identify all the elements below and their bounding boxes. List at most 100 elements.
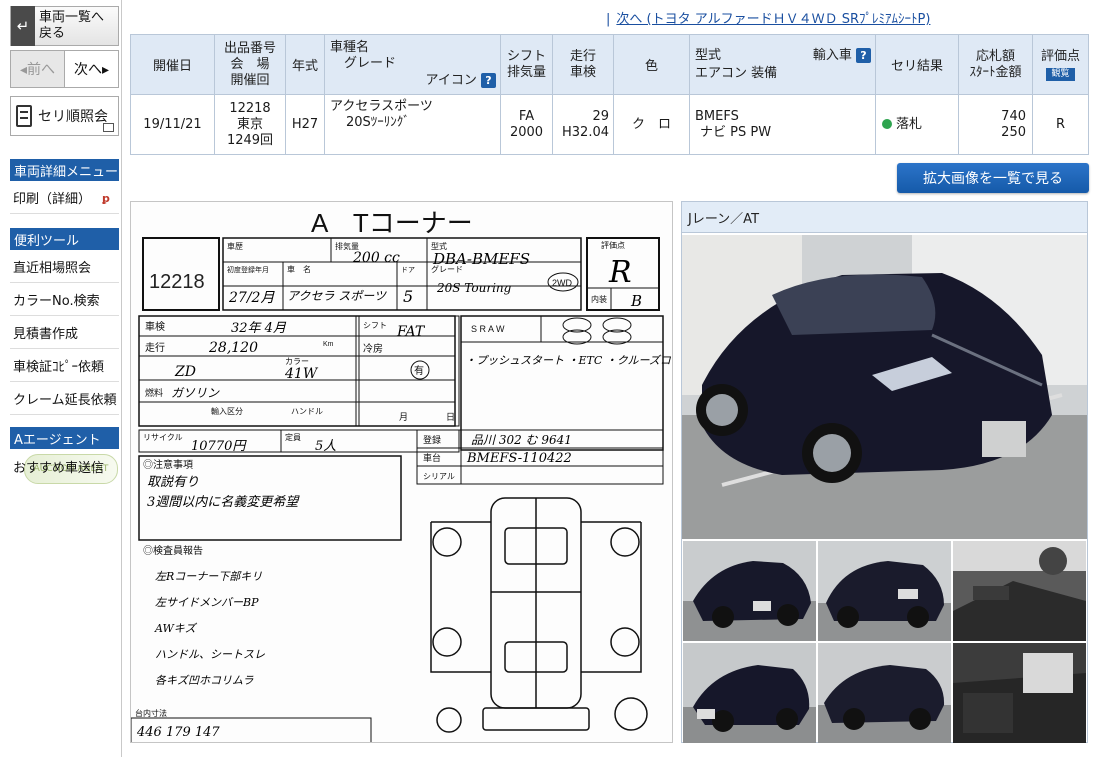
header-lot: 出品番号 会 場 開催回 [214, 34, 286, 95]
svg-text:評価点: 評価点 [601, 240, 625, 250]
result-text: 落札 [896, 116, 923, 132]
back-to-list-button[interactable]: ↵ 車両一覧へ 戻る [10, 6, 119, 46]
svg-text:左Rコーナー下部キリ左サイドメンバーBPAWキズハンドル、シ: 左Rコーナー下部キリ左サイドメンバーBP AWキズハンドル、シートスレ各キズ凹ホコ… [154, 570, 265, 687]
thumbnail-svg [683, 643, 816, 743]
svg-text:27/2月: 27/2月 [228, 290, 275, 306]
seri-order-label: セリ順照会 [38, 109, 108, 125]
estimate-link[interactable]: 見積書作成 [10, 317, 119, 349]
sheet-title: A Tコーナー [311, 208, 473, 238]
cell-result: 落札 [875, 94, 959, 155]
svg-text:Km: Km [323, 341, 334, 348]
listing-table: 開催日 出品番号 会 場 開催回 年式 車種名 グレード アイコン ? シフト … [130, 34, 1089, 155]
cell-year: H27 [285, 94, 325, 155]
photo-thumbnail[interactable] [818, 643, 951, 743]
recommend-send-link[interactable]: おすすめ車送信 [10, 450, 119, 482]
svg-text:B: B [630, 292, 642, 310]
svg-text:20S Touring: 20S Touring [436, 281, 512, 295]
expand-images-button[interactable]: 拡大画像を一覧で見る [897, 163, 1089, 193]
document-icon [16, 105, 32, 127]
header-price: 応札額 ｽﾀｰﾄ金額 [958, 34, 1033, 95]
svg-text:◎注意事項: ◎注意事項 [143, 458, 193, 471]
photo-thumbnail[interactable] [683, 541, 816, 641]
view-badge[interactable]: 観覧 [1046, 67, 1075, 81]
svg-text:燃料: 燃料 [145, 387, 163, 398]
header-color: 色 [613, 34, 690, 95]
svg-text:初度登録年月: 初度登録年月 [227, 265, 269, 274]
photo-thumbnail[interactable] [683, 643, 816, 743]
handwritten-line: 各キズ凹ホコリムラ [155, 674, 253, 687]
help-icon[interactable]: ? [856, 47, 871, 63]
print-detail-label: 印刷（詳細） [13, 192, 92, 207]
svg-text:走行: 走行 [145, 341, 165, 354]
svg-text:FAT: FAT [396, 324, 426, 340]
main-photo-svg [682, 235, 1087, 539]
sidebar: ↵ 車両一覧へ 戻る ◂前へ 次へ▸ セリ順照会 車両詳細メニュー 印刷（詳細）… [0, 0, 122, 757]
thumbnail-svg [953, 541, 1086, 641]
table-row: 19/11/21 12218 東京 1249回 H27 アクセラスポーツ 20S… [130, 94, 1089, 155]
cell-shift: FA 2000 [500, 94, 553, 155]
pdf-icon: ꝑ [102, 192, 110, 205]
photo-thumbnail[interactable] [953, 541, 1086, 641]
section-agent: Aエージェント [10, 427, 119, 449]
market-price-link[interactable]: 直近相場照会 [10, 251, 119, 283]
registration-copy-link[interactable]: 車検証ｺﾋﾟｰ依頼 [10, 350, 119, 382]
header-model: 型式 輸入車 ? エアコン 装備 [689, 34, 876, 95]
svg-text:取説有り3週間以内に名義変更希望: 取説有り 3週間以内に名義変更希望 [147, 475, 300, 510]
svg-text:5: 5 [403, 287, 413, 306]
handwritten-line: 取説有り [147, 475, 199, 490]
cell-date: 19/11/21 [130, 94, 215, 155]
svg-text:登録: 登録 [423, 434, 441, 445]
sheet-lot-no: 12218 [149, 271, 205, 293]
svg-text:BMEFS-110422: BMEFS-110422 [466, 451, 572, 466]
next-button[interactable]: 次へ▸ [65, 51, 118, 87]
return-arrow-icon: ↵ [11, 6, 35, 46]
svg-text:ガソリン: ガソリン [171, 386, 220, 400]
svg-text:5人: 5人 [315, 439, 336, 454]
header-result: セリ結果 [875, 34, 959, 95]
cell-lot: 12218 東京 1249回 [214, 94, 286, 155]
svg-text:日: 日 [446, 412, 455, 422]
color-search-link[interactable]: カラーNo.検索 [10, 284, 119, 316]
svg-text:車検: 車検 [145, 320, 165, 333]
next-vehicle-link[interactable]: | 次へ (トヨタ アルファードＨＶ４ＷＤ SRﾌﾟﾚﾐｱﾑｼｰﾄP) [606, 8, 930, 27]
svg-text:カラー: カラー [285, 357, 309, 366]
svg-text:定員: 定員 [285, 432, 301, 442]
print-detail-link[interactable]: 印刷（詳細） ꝑ [10, 182, 119, 214]
svg-text:品川 302 む 9641: 品川 302 む 9641 [471, 433, 572, 447]
svg-text:41W: 41W [284, 366, 319, 382]
header-year: 年式 [285, 34, 325, 95]
svg-text:ハンドル: ハンドル [291, 407, 323, 416]
svg-text:DBA-BMEFS: DBA-BMEFS [432, 250, 530, 268]
cell-name: アクセラスポーツ 20Sﾂｰﾘﾝｸﾞ [324, 94, 501, 155]
svg-text:◎検査員報告: ◎検査員報告 [143, 544, 203, 557]
svg-text:リサイクル: リサイクル [143, 433, 183, 442]
svg-text:32年 4月: 32年 4月 [231, 321, 287, 336]
handwritten-line: 左サイドメンバーBP [155, 596, 259, 609]
sold-status-dot [882, 119, 892, 129]
car-diagram [430, 497, 648, 733]
svg-text:10770円: 10770円 [191, 439, 247, 454]
svg-text:月: 月 [399, 412, 408, 422]
auction-detail-page: ↵ 車両一覧へ 戻る ◂前へ 次へ▸ セリ順照会 車両詳細メニュー 印刷（詳細）… [0, 0, 1100, 757]
seri-order-button[interactable]: セリ順照会 [10, 96, 119, 136]
main-car-photo[interactable] [682, 235, 1087, 539]
photo-thumbnail[interactable] [818, 541, 951, 641]
svg-text:28,120: 28,120 [208, 340, 258, 356]
svg-text:輸入区分: 輸入区分 [211, 406, 243, 416]
prev-button[interactable]: ◂前へ [11, 51, 65, 87]
cell-color: ク ロ [613, 94, 690, 155]
header-date: 開催日 [130, 34, 215, 95]
svg-text:R: R [608, 255, 632, 290]
thumbnail-svg [818, 541, 951, 641]
cell-model: BMEFS ナビ PS PW [689, 94, 876, 155]
help-icon[interactable]: ? [481, 72, 496, 88]
inspection-sheet-image[interactable]: A Tコーナー 12218 車歴 排気量 型式 初度登録年月 車 名 ドア グレ… [130, 201, 673, 743]
inspection-sheet-svg: A Tコーナー 12218 車歴 排気量 型式 初度登録年月 車 名 ドア グレ… [131, 208, 672, 742]
cell-mileage: 29 H32.04 [552, 94, 614, 155]
photo-thumbnail[interactable] [953, 643, 1086, 743]
section-tools: 便利ツール [10, 228, 119, 250]
back-label-line2: 戻る [39, 26, 66, 41]
claim-extension-link[interactable]: クレーム延長依頼 [10, 383, 119, 415]
svg-text:車台: 車台 [423, 452, 441, 463]
cell-score: R [1032, 94, 1089, 155]
